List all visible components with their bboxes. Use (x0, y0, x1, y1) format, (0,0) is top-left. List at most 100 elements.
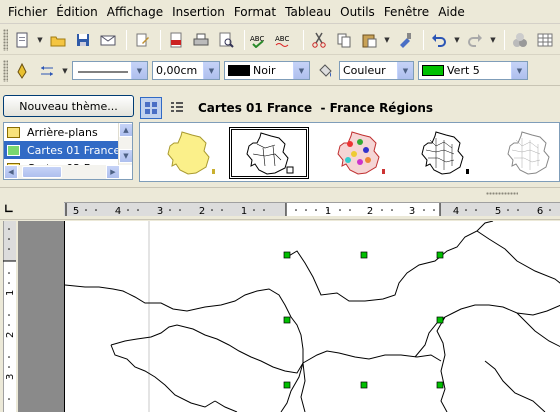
selection-handle (436, 381, 444, 389)
scroll-down-icon[interactable]: ▼ (119, 149, 132, 163)
vruler-label: 1 (5, 290, 16, 296)
chevron-down-icon[interactable]: ▼ (397, 62, 413, 79)
separator (423, 29, 424, 50)
table-icon[interactable] (534, 29, 556, 51)
edit-file-icon[interactable] (131, 29, 153, 51)
paste-dropdown-icon[interactable]: ▼ (383, 29, 391, 51)
chevron-down-icon[interactable]: ▼ (511, 62, 527, 79)
france-departments-colored-thumbnail (337, 131, 385, 175)
chevron-down-icon[interactable]: ▼ (203, 62, 219, 79)
line-width-combo[interactable]: 0,00cm ▼ (152, 61, 220, 80)
theme-list-hscrollbar[interactable]: ◀ ▶ (4, 165, 120, 179)
selection-handle (283, 316, 291, 324)
menu-affichage[interactable]: Affichage (103, 5, 168, 19)
vertical-ruler[interactable]: 1 2 3 (0, 221, 18, 412)
gallery-splitter[interactable] (0, 187, 560, 198)
menu-format[interactable]: Format (230, 5, 281, 19)
tab-stop-type-icon[interactable]: ∟ (2, 202, 16, 216)
theme-item-cartes-01-france[interactable]: Cartes 01 France (4, 141, 132, 159)
ruler-label: 1 (241, 206, 247, 217)
chevron-down-icon[interactable]: ▼ (293, 62, 309, 79)
detailed-view-button[interactable] (166, 97, 188, 119)
toolbar-grip[interactable] (3, 59, 8, 82)
line-style-combo[interactable]: ▼ (72, 61, 148, 80)
theme-list[interactable]: Arrière-plans Cartes 01 France Cartes 02… (3, 122, 133, 180)
gallery-panel: Nouveau thème... Arrière-plans Cartes 01… (0, 87, 560, 187)
menu-outils[interactable]: Outils (336, 5, 380, 19)
scroll-left-icon[interactable]: ◀ (4, 165, 18, 179)
menu-aide[interactable]: Aide (434, 5, 470, 19)
new-document-icon[interactable] (11, 29, 33, 51)
new-theme-button[interactable]: Nouveau thème... (3, 95, 134, 117)
arrow-style-dropdown-icon[interactable]: ▼ (61, 60, 69, 82)
separator (504, 29, 505, 50)
gallery-item-france-regions[interactable] (229, 127, 309, 179)
detailed-view-icon (171, 102, 183, 112)
save-icon[interactable] (72, 29, 94, 51)
menu-edition[interactable]: Édition (52, 5, 103, 19)
horizontal-ruler[interactable]: 5 4 3 2 1 1 2 3 4 5 6 (64, 202, 560, 217)
chart-icon[interactable] (509, 29, 531, 51)
redo-dropdown-icon[interactable]: ▼ (489, 29, 497, 51)
icon-view-button[interactable] (140, 97, 162, 119)
selection-handle (283, 381, 291, 389)
splitter-grip[interactable] (486, 192, 518, 195)
open-icon[interactable] (47, 29, 69, 51)
fill-color-value: Vert 5 (447, 64, 480, 77)
arrow-style-icon[interactable] (36, 60, 58, 82)
scroll-thumb[interactable] (22, 166, 62, 178)
clone-format-icon[interactable] (394, 29, 416, 51)
france-regions-thumbnail (246, 132, 294, 175)
undo-dropdown-icon[interactable]: ▼ (453, 29, 461, 51)
fill-type-combo[interactable]: Couleur ▼ (339, 61, 414, 80)
cut-icon[interactable] (308, 29, 330, 51)
horizontal-ruler-row: ∟ 5 4 3 2 1 1 2 3 4 5 6 (0, 198, 560, 220)
impress-window: Fichier Édition Affichage Insertion Form… (0, 0, 560, 412)
print-icon[interactable] (190, 29, 212, 51)
pen-icon[interactable] (11, 60, 33, 82)
print-preview-icon[interactable] (215, 29, 237, 51)
paste-icon[interactable] (358, 29, 380, 51)
fill-type-value: Couleur (343, 64, 386, 77)
france-regions-map[interactable] (65, 221, 560, 412)
gallery-item-france-yellow[interactable] (150, 127, 230, 179)
menu-fichier[interactable]: Fichier (4, 5, 52, 19)
ruler-label: 1 (325, 206, 331, 217)
scroll-up-icon[interactable]: ▲ (119, 123, 132, 137)
separator (160, 29, 161, 50)
slide-page[interactable] (64, 221, 560, 412)
france-departments-gray-thumbnail (507, 131, 550, 175)
selection-handle (360, 251, 368, 259)
vruler-label: 3 (5, 374, 16, 380)
chevron-down-icon[interactable]: ▼ (131, 62, 147, 79)
gallery-item-france-departments[interactable] (404, 127, 484, 179)
gallery-item-france-colored[interactable] (320, 127, 400, 179)
line-width-value: 0,00cm (156, 64, 198, 77)
fill-color-combo[interactable]: Vert 5 ▼ (418, 61, 528, 80)
slide-workspace[interactable] (18, 221, 560, 412)
toolbar-grip[interactable] (3, 28, 8, 51)
ruler-ticks: 5 4 3 2 1 1 2 3 4 5 6 (65, 203, 551, 217)
line-color-combo[interactable]: Noir ▼ (224, 61, 310, 80)
gallery-item-france-departments-gray[interactable] (490, 127, 560, 179)
menu-tableau[interactable]: Tableau (281, 5, 336, 19)
spellcheck-icon[interactable]: ABC (249, 29, 271, 51)
undo-icon[interactable] (428, 29, 450, 51)
menu-fenetre[interactable]: Fenêtre (380, 5, 434, 19)
menu-insertion[interactable]: Insertion (168, 5, 230, 19)
theme-list-vscrollbar[interactable]: ▲ ▼ (118, 123, 132, 165)
scroll-right-icon[interactable]: ▶ (106, 165, 120, 179)
region-outlines (65, 221, 560, 412)
ruler-label: 4 (453, 206, 459, 217)
autospellcheck-icon[interactable]: ABC (274, 29, 296, 51)
line-style-preview (73, 64, 131, 77)
email-icon[interactable] (97, 29, 119, 51)
theme-item-arriere-plans[interactable]: Arrière-plans (4, 123, 132, 141)
ruler-label: 5 (495, 206, 501, 217)
redo-icon[interactable] (464, 29, 486, 51)
new-dropdown-icon[interactable]: ▼ (36, 29, 44, 51)
area-fill-icon[interactable] (314, 60, 336, 82)
selection-handle (436, 251, 444, 259)
export-pdf-icon[interactable] (165, 29, 187, 51)
copy-icon[interactable] (333, 29, 355, 51)
